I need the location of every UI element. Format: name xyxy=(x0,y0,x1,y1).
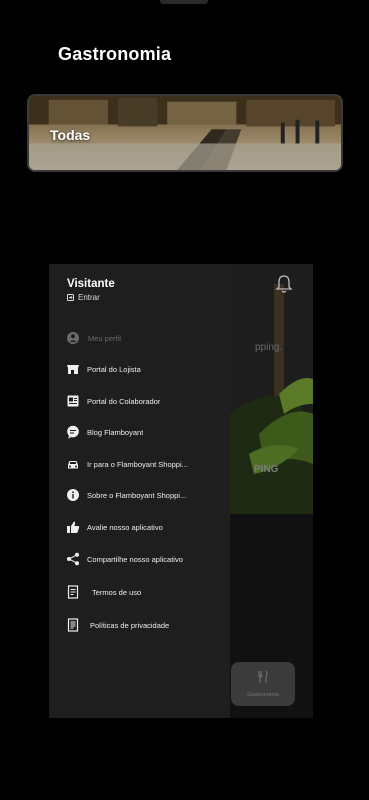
menu-item-label: Sobre o Flamboyant Shoppi... xyxy=(87,490,187,500)
login-link[interactable]: Entrar xyxy=(67,293,100,302)
menu-item-termos[interactable]: Termos de uso xyxy=(66,583,226,601)
badge-icon xyxy=(66,394,80,408)
fork-knife-icon xyxy=(258,670,268,683)
menu-item-portal-colaborador[interactable]: Portal do Colaborador xyxy=(66,392,226,410)
menu-item-label: Portal do Colaborador xyxy=(87,396,161,406)
menu-item-label: Ir para o Flamboyant Shoppi... xyxy=(87,459,188,469)
menu-item-politicas[interactable]: Políticas de privacidade xyxy=(66,616,226,634)
navigation-drawer: Visitante Entrar Meu perfil Portal do Lo… xyxy=(49,264,230,718)
menu-item-blog[interactable]: Blog Flamboyant xyxy=(66,423,226,441)
menu-item-portal-lojista[interactable]: Portal do Lojista xyxy=(66,360,226,378)
menu-item-label: Portal do Lojista xyxy=(87,364,141,374)
category-card-label: Todas xyxy=(50,127,91,143)
menu-item-compartilhe[interactable]: Compartilhe nosso aplicativo xyxy=(66,550,226,568)
car-icon xyxy=(66,457,80,471)
info-icon xyxy=(66,488,80,502)
drawer-user-name: Visitante xyxy=(67,278,115,290)
menu-item-label: Avalie nosso aplicativo xyxy=(87,522,163,532)
login-icon xyxy=(67,294,74,301)
policy-icon xyxy=(66,618,80,632)
profile-icon xyxy=(66,331,80,345)
menu-item-label: Termos de uso xyxy=(92,587,142,597)
menu-item-label: Blog Flamboyant xyxy=(87,427,144,437)
store-icon xyxy=(66,362,80,376)
preview-tagline-text: pping. xyxy=(255,342,283,353)
preview-card-label: Gastronomia xyxy=(247,692,279,698)
menu-item-ir-para[interactable]: Ir para o Flamboyant Shoppi... xyxy=(66,455,226,473)
status-bar-notch xyxy=(160,0,208,4)
preview-heading-text: PING xyxy=(254,464,279,475)
login-label: Entrar xyxy=(78,293,100,302)
thumbs-up-icon xyxy=(66,520,80,534)
preview-gastronomia-card: Gastronomia xyxy=(231,662,295,706)
menu-item-sobre[interactable]: Sobre o Flamboyant Shoppi... xyxy=(66,486,226,504)
menu-item-label: Compartilhe nosso aplicativo xyxy=(87,554,183,564)
category-card-todas[interactable]: Todas xyxy=(27,94,343,172)
bell-icon xyxy=(275,275,293,293)
menu-item-label: Meu perfil xyxy=(88,333,121,343)
share-icon xyxy=(66,552,80,566)
document-icon xyxy=(66,585,80,599)
menu-item-meu-perfil[interactable]: Meu perfil xyxy=(66,329,226,347)
page-title: Gastronomia xyxy=(58,44,172,64)
menu-item-label: Políticas de privacidade xyxy=(90,620,170,630)
chat-icon xyxy=(66,425,80,439)
menu-item-avalie[interactable]: Avalie nosso aplicativo xyxy=(66,518,226,536)
